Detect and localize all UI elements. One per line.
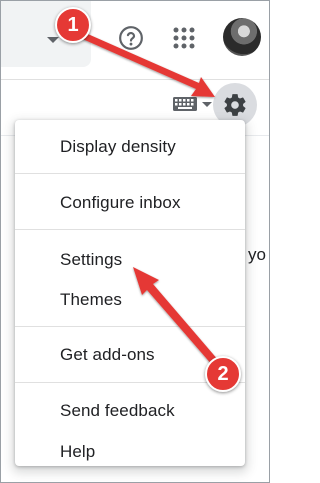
app-window: yo Display density Configure inbox Setti…: [0, 0, 270, 483]
help-circle-icon: [119, 26, 143, 50]
help-button[interactable]: [116, 23, 146, 53]
gear-icon: [224, 94, 246, 116]
menu-item-display-density[interactable]: Display density: [15, 128, 245, 166]
annotation-badge-2: 2: [205, 356, 241, 392]
caret-down-icon[interactable]: [47, 37, 59, 43]
keyboard-button[interactable]: [173, 97, 197, 111]
header-divider: [1, 79, 269, 80]
apps-button[interactable]: [169, 23, 199, 53]
apps-grid-icon: [173, 27, 195, 49]
background-text: yo: [248, 245, 266, 264]
settings-menu: Display density Configure inbox Settings…: [15, 120, 245, 466]
avatar[interactable]: [223, 18, 261, 56]
annotation-badge-1: 1: [55, 7, 91, 43]
menu-divider: [15, 326, 245, 327]
keyboard-icon: [173, 97, 197, 111]
menu-item-themes[interactable]: Themes: [15, 281, 245, 319]
menu-divider: [15, 173, 245, 174]
menu-item-configure-inbox[interactable]: Configure inbox: [15, 184, 245, 222]
menu-item-help[interactable]: Help: [15, 433, 245, 471]
menu-item-send-feedback[interactable]: Send feedback: [15, 392, 245, 430]
menu-divider: [15, 229, 245, 230]
menu-item-settings[interactable]: Settings: [15, 241, 245, 279]
keyboard-caret-icon[interactable]: [202, 102, 212, 107]
